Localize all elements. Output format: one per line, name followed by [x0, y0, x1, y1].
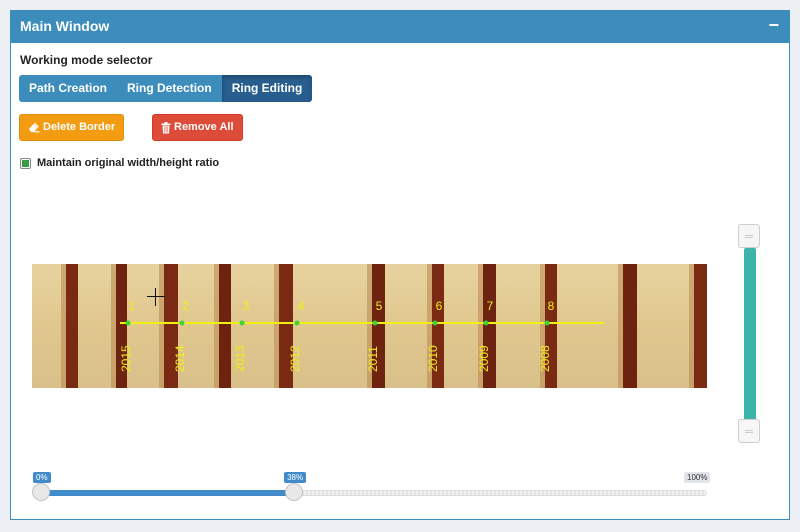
ring-point[interactable] — [179, 320, 185, 326]
ring-number-label: 3 — [243, 299, 250, 313]
band-shadow — [159, 264, 164, 388]
delete-border-label: Delete Border — [43, 121, 116, 133]
band-shadow — [61, 264, 66, 388]
zoom-slider-min-handle[interactable] — [32, 483, 50, 501]
ring-year-label: 2009 — [477, 345, 491, 372]
delete-border-button[interactable]: Delete Border — [19, 114, 125, 141]
vertical-slider-bottom-handle[interactable] — [738, 419, 760, 443]
aspect-ratio-option: Maintain original width/height ratio — [20, 157, 219, 169]
ring-point[interactable] — [239, 320, 245, 326]
tab-path-creation[interactable]: Path Creation — [19, 75, 118, 102]
ring-number-label: 2 — [183, 299, 190, 313]
dark-growth-band — [219, 264, 231, 388]
ring-number-label: 1 — [129, 299, 136, 313]
ring-point[interactable] — [483, 320, 489, 326]
mode-selector-label: Working mode selector — [20, 53, 153, 67]
ring-year-label: 2011 — [366, 346, 380, 372]
crosshair-cursor-icon — [147, 288, 165, 306]
mode-tabs: Path Creation Ring Detection Ring Editin… — [19, 75, 313, 102]
ring-year-label: 2015 — [119, 345, 133, 372]
band-shadow — [111, 264, 116, 388]
band-shadow — [618, 264, 623, 388]
dark-growth-band — [694, 264, 707, 388]
zoom-max-label: 100% — [684, 472, 711, 483]
ring-point[interactable] — [372, 320, 378, 326]
dark-growth-band — [623, 264, 637, 388]
main-window: Main Window − Working mode selector Path… — [10, 10, 790, 520]
minimize-icon[interactable]: − — [768, 15, 779, 36]
ring-number-label: 7 — [487, 299, 494, 313]
ring-point[interactable] — [125, 320, 131, 326]
zoom-min-label: 0% — [33, 472, 51, 483]
ring-number-label: 8 — [548, 299, 555, 313]
window-titlebar: Main Window − — [11, 11, 789, 43]
ring-year-label: 2010 — [426, 345, 440, 372]
vertical-slider-top-handle[interactable] — [738, 224, 760, 248]
eraser-icon — [28, 122, 40, 133]
ring-number-label: 5 — [376, 299, 383, 313]
zoom-slider-value-handle[interactable] — [285, 483, 304, 501]
zoom-value-label: 38% — [284, 472, 307, 483]
ring-year-label: 2008 — [538, 345, 552, 372]
remove-all-label: Remove All — [174, 121, 234, 133]
tab-ring-detection[interactable]: Ring Detection — [117, 75, 222, 102]
aspect-ratio-checkbox[interactable] — [20, 157, 31, 169]
ring-point[interactable] — [294, 320, 300, 326]
band-shadow — [214, 264, 219, 388]
band-shadow — [689, 264, 694, 388]
ring-point[interactable] — [432, 320, 438, 326]
band-shadow — [274, 264, 279, 388]
tab-ring-editing[interactable]: Ring Editing — [221, 75, 313, 102]
ring-year-label: 2013 — [233, 345, 247, 372]
vertical-slider-track[interactable] — [744, 248, 756, 428]
dark-growth-band — [66, 264, 78, 388]
ring-year-label: 2014 — [173, 345, 187, 372]
tree-ring-canvas: 1 2015 2 2014 3 2013 4 2012 5 2011 6 2010 7 2009 8 2008 — [32, 264, 707, 388]
window-title: Main Window — [20, 18, 110, 34]
tree-ring-image[interactable]: 1 2015 2 2014 3 2013 4 2012 5 2011 6 2010 7 2009 8 2008 — [32, 264, 707, 388]
ring-number-label: 4 — [298, 299, 305, 313]
aspect-ratio-label: Maintain original width/height ratio — [37, 157, 220, 169]
zoom-slider-fill — [41, 490, 295, 496]
ring-point[interactable] — [544, 320, 550, 326]
trash-icon — [161, 121, 171, 134]
remove-all-button[interactable]: Remove All — [152, 114, 243, 141]
ring-number-label: 6 — [436, 299, 443, 313]
ring-year-label: 2012 — [288, 345, 302, 372]
